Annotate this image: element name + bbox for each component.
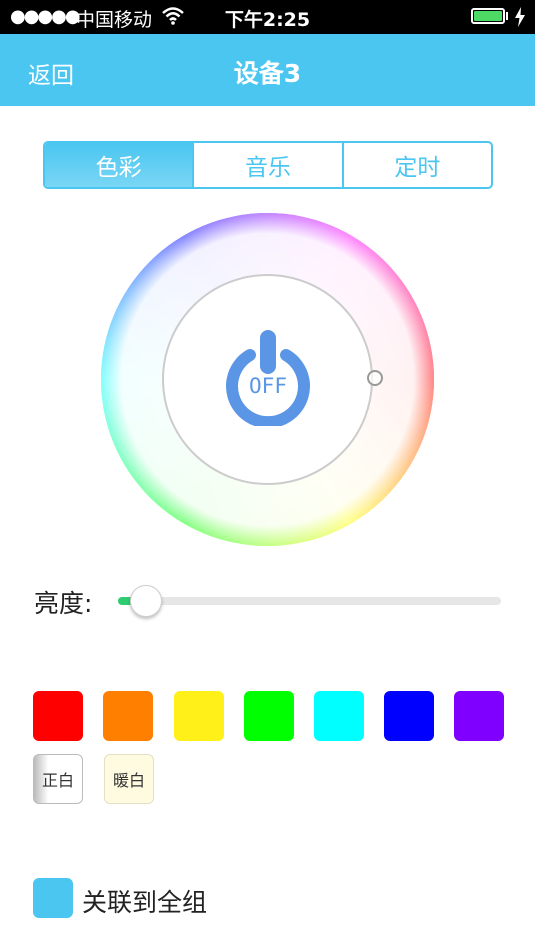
- swatch-green[interactable]: [244, 691, 294, 741]
- swatch-blue[interactable]: [384, 691, 434, 741]
- warm-white-button[interactable]: 暖白: [104, 754, 154, 804]
- link-group-checkbox[interactable]: [33, 878, 73, 918]
- swatch-yellow[interactable]: [174, 691, 224, 741]
- battery-level: [474, 11, 502, 21]
- page-title: 设备3: [233, 59, 302, 88]
- status-time: 下午2:25: [224, 9, 311, 31]
- link-group-label: 关联到全组: [82, 888, 208, 917]
- brightness-slider[interactable]: [118, 585, 501, 617]
- brightness-slider-thumb[interactable]: [129, 585, 162, 617]
- power-button[interactable]: OFF: [222, 330, 314, 426]
- charging-icon: [515, 7, 525, 27]
- battery-cap: [506, 12, 508, 20]
- status-bar: ●●●●● 中国移动 下午2:25: [0, 0, 535, 34]
- swatch-orange[interactable]: [103, 691, 153, 741]
- swatch-red[interactable]: [33, 691, 83, 741]
- swatch-violet[interactable]: [454, 691, 504, 741]
- tab-timer[interactable]: 定时: [344, 143, 491, 187]
- battery-icon: [471, 8, 505, 24]
- pure-white-button[interactable]: 正白: [33, 754, 83, 804]
- swatch-cyan[interactable]: [314, 691, 364, 741]
- mode-tabs: 色彩 音乐 定时: [43, 141, 493, 189]
- color-picker-handle[interactable]: [367, 370, 383, 386]
- tab-music[interactable]: 音乐: [194, 143, 344, 187]
- tab-color[interactable]: 色彩: [45, 143, 195, 187]
- color-wheel: OFF: [101, 213, 434, 546]
- navigation-bar: 返回 设备3: [0, 34, 535, 106]
- brightness-label: 亮度:: [34, 589, 93, 618]
- device-control-screen: ●●●●● 中国移动 下午2:25 返回 设备3 色彩 音乐 定时 OFF 亮度…: [0, 0, 535, 950]
- power-state-label: OFF: [249, 374, 287, 398]
